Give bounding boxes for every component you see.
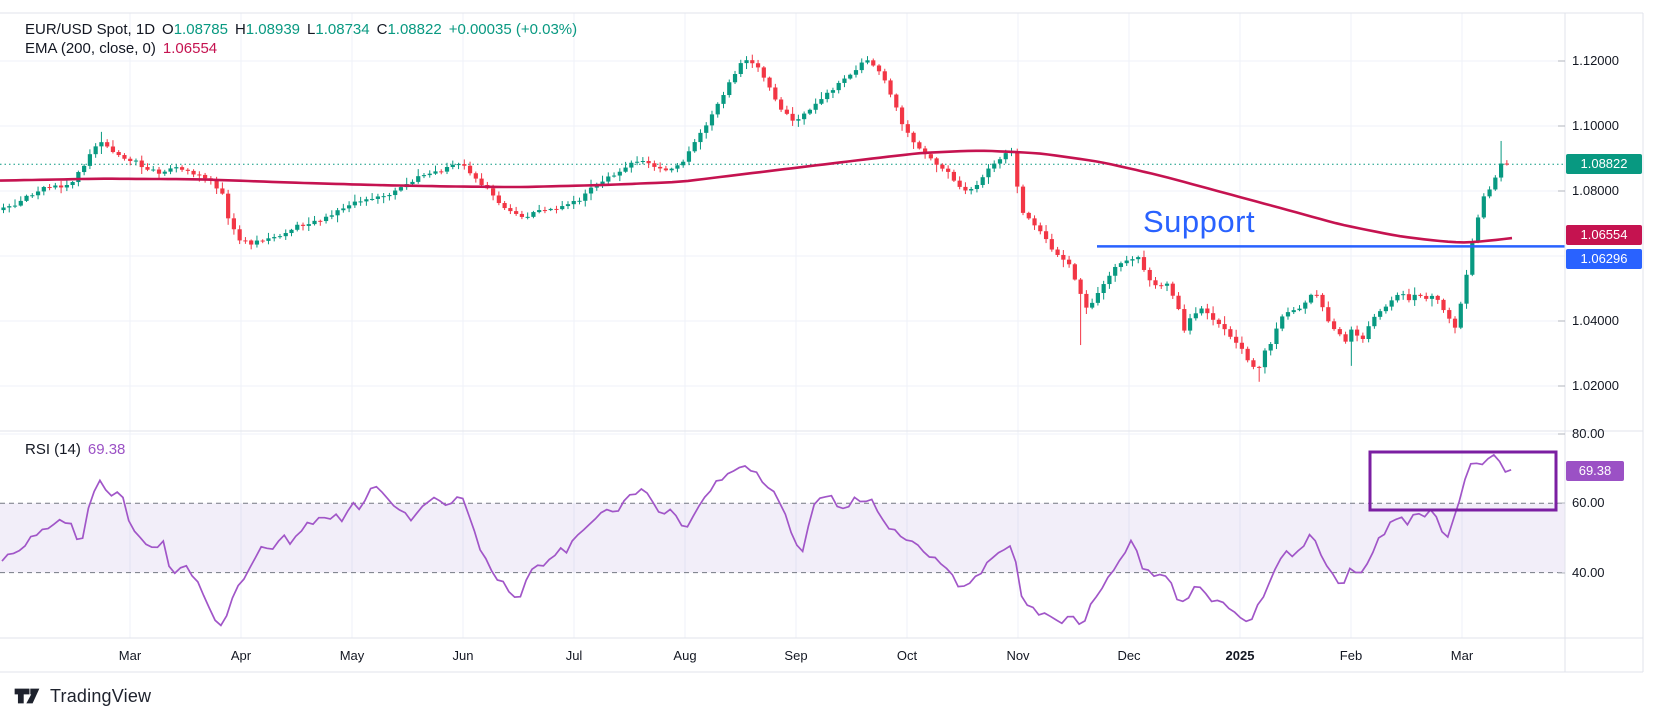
price-tick-1.02: 1.02000 bbox=[1572, 378, 1619, 394]
rsi-legend[interactable]: RSI (14) 69.38 bbox=[25, 441, 125, 458]
tradingview-logo-icon bbox=[13, 684, 41, 708]
open-value: 1.08785 bbox=[174, 21, 228, 38]
rsi-tick-60: 60.00 bbox=[1572, 495, 1605, 511]
support-annotation-label[interactable]: Support bbox=[1143, 204, 1255, 240]
rsi-label: RSI (14) bbox=[25, 441, 81, 458]
rsi-value-badge: 69.38 bbox=[1566, 461, 1624, 481]
tradingview-logo-text: TradingView bbox=[50, 686, 151, 707]
time-tick-dec: Dec bbox=[1117, 648, 1140, 664]
close-label: C bbox=[377, 21, 388, 38]
ema-label: EMA (200, close, 0) bbox=[25, 40, 156, 57]
time-tick-aug: Aug bbox=[673, 648, 696, 664]
time-tick-may: May bbox=[340, 648, 365, 664]
candles-layer bbox=[1, 55, 1509, 382]
high-value: 1.08939 bbox=[246, 21, 300, 38]
rsi-value: 69.38 bbox=[88, 441, 126, 458]
time-tick-oct: Oct bbox=[897, 648, 917, 664]
time-tick-jul: Jul bbox=[566, 648, 583, 664]
tradingview-chart-window: EUR/USD Spot, 1D O1.08785 H1.08939 L1.08… bbox=[0, 0, 1656, 718]
price-tick-1.04: 1.04000 bbox=[1572, 313, 1619, 329]
ema-value: 1.06554 bbox=[163, 40, 217, 57]
close-value: 1.08822 bbox=[387, 21, 441, 38]
time-tick-apr: Apr bbox=[231, 648, 251, 664]
price-tick-1.08: 1.08000 bbox=[1572, 183, 1619, 199]
change-value: +0.00035 (+0.03%) bbox=[449, 21, 577, 38]
price-tick-1.12: 1.12000 bbox=[1572, 53, 1619, 69]
open-label: O bbox=[162, 21, 174, 38]
symbol-title: EUR/USD Spot, 1D bbox=[25, 21, 155, 38]
time-tick-mar: Mar bbox=[119, 648, 141, 664]
tradingview-logo[interactable]: TradingView bbox=[13, 684, 151, 708]
time-tick-sep: Sep bbox=[784, 648, 807, 664]
rsi-tick-40: 40.00 bbox=[1572, 565, 1605, 581]
symbol-legend[interactable]: EUR/USD Spot, 1D O1.08785 H1.08939 L1.08… bbox=[25, 21, 577, 38]
current-price-badge: 1.08822 bbox=[1566, 154, 1642, 174]
chart-canvas[interactable] bbox=[0, 0, 1656, 718]
rsi-highlight-box[interactable] bbox=[1370, 452, 1556, 510]
time-tick-jun: Jun bbox=[453, 648, 474, 664]
price-tick-1.10: 1.10000 bbox=[1572, 118, 1619, 134]
time-tick-mar2: Mar bbox=[1451, 648, 1473, 664]
rsi-band bbox=[0, 503, 1565, 572]
support-price-badge: 1.06296 bbox=[1566, 249, 1642, 269]
time-tick-2025: 2025 bbox=[1226, 648, 1255, 664]
rsi-tick-80: 80.00 bbox=[1572, 426, 1605, 442]
ema-legend[interactable]: EMA (200, close, 0) 1.06554 bbox=[25, 40, 217, 57]
time-tick-feb: Feb bbox=[1340, 648, 1362, 664]
high-label: H bbox=[235, 21, 246, 38]
low-value: 1.08734 bbox=[315, 21, 369, 38]
time-tick-nov: Nov bbox=[1006, 648, 1029, 664]
ema-price-badge: 1.06554 bbox=[1566, 225, 1642, 245]
